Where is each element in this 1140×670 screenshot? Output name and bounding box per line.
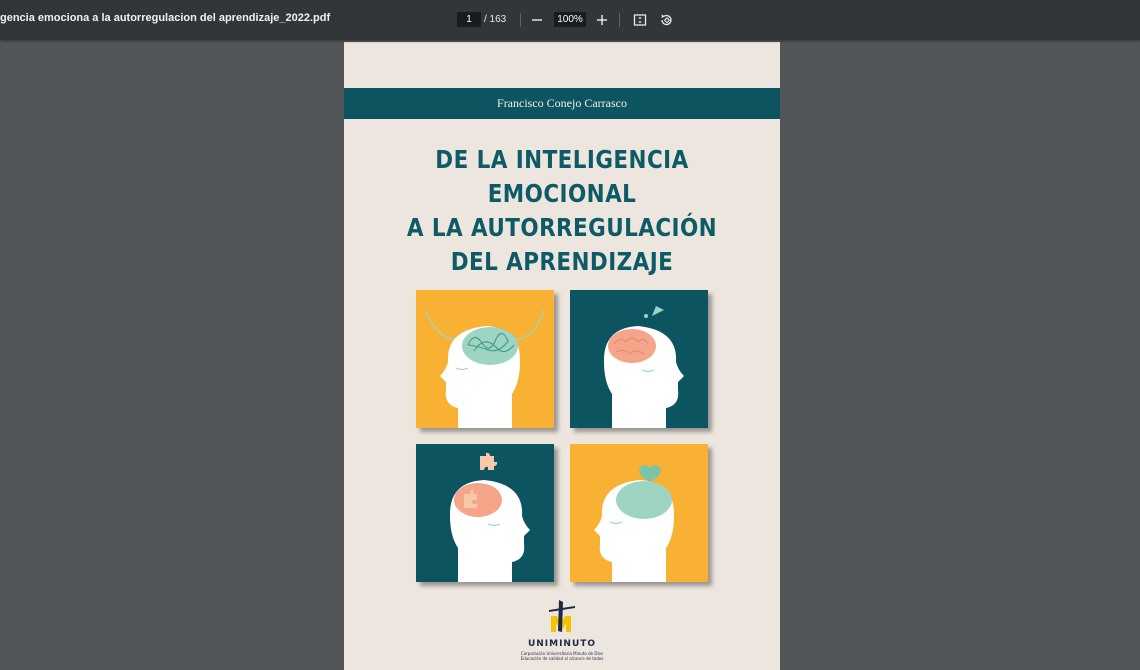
illustration-head-puzzle <box>416 444 554 582</box>
zoom-out-button[interactable] <box>527 10 547 30</box>
illustration-head-tangled-mind <box>416 290 554 428</box>
illustration-head-heart <box>570 444 708 582</box>
minus-icon <box>532 19 542 21</box>
pdf-page[interactable]: Francisco Conejo Carrasco DE LA INTELIGE… <box>344 42 780 670</box>
author-banner: Francisco Conejo Carrasco <box>344 88 780 119</box>
uniminuto-logo-icon <box>549 600 575 632</box>
zoom-in-button[interactable] <box>592 10 612 30</box>
fit-page-button[interactable] <box>630 10 650 30</box>
cover-title-line: DE LA INTELIGENCIA <box>435 145 689 174</box>
illustration-head-idea <box>570 290 708 428</box>
plus-icon <box>597 15 607 25</box>
toolbar-divider <box>520 13 521 27</box>
cover-title-line: EMOCIONAL <box>487 179 637 208</box>
rotate-icon <box>661 14 672 26</box>
publisher-tagline: Educación de calidad al alcance de todos <box>520 656 604 661</box>
pdf-toolbar: gencia emociona a la autorregulacion del… <box>0 0 1140 40</box>
publisher-name: UNIMINUTO <box>527 639 597 649</box>
author-name: Francisco Conejo Carrasco <box>497 96 627 110</box>
zoom-input[interactable] <box>554 12 586 27</box>
document-title: gencia emociona a la autorregulacion del… <box>0 12 331 24</box>
toolbar-divider <box>619 13 620 27</box>
cover-title-line: DEL APRENDIZAJE <box>450 247 674 276</box>
publisher-logo <box>344 598 780 643</box>
rotate-button[interactable] <box>656 10 676 30</box>
cover-title-line: A LA AUTORREGULACIÓN <box>406 213 718 242</box>
page-number-input[interactable] <box>457 12 481 27</box>
page-total: / 163 <box>484 14 507 25</box>
fit-page-icon <box>633 14 647 26</box>
